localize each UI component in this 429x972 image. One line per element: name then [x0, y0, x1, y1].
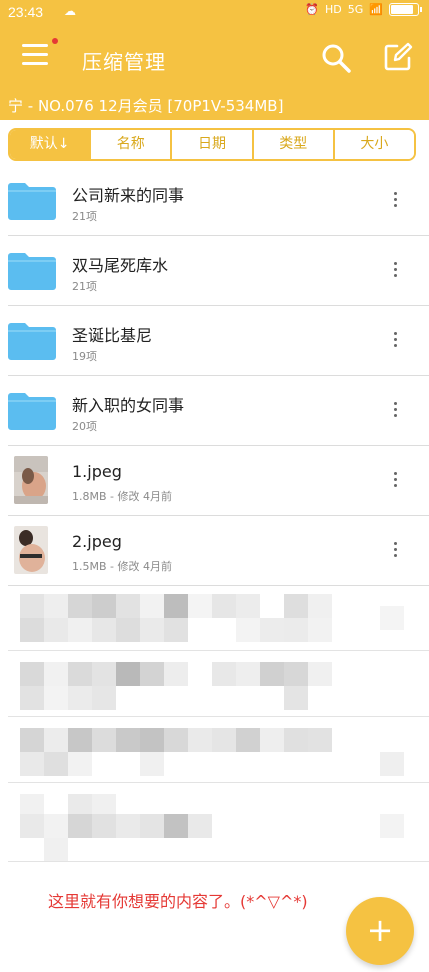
file-meta: 1.5MB - 修改 4月前 — [72, 560, 172, 573]
promo-text: 这里就有你想要的内容了。(*^▽^*) — [48, 892, 308, 911]
image-thumbnail — [14, 456, 48, 504]
more-options-icon[interactable] — [388, 262, 402, 282]
edit-icon[interactable] — [383, 42, 413, 72]
list-item[interactable]: 1.jpeg 1.8MB - 修改 4月前 — [0, 446, 429, 516]
notification-dot — [52, 38, 58, 44]
sort-tab-group: 默认↓ 名称 日期 类型 大小 — [8, 128, 416, 161]
folder-icon — [8, 253, 56, 290]
file-list: 公司新来的同事 21项 双马尾死库水 21项 圣诞比基尼 19项 新入职的女同事… — [0, 166, 429, 586]
wifi-icon: 📶 — [369, 3, 383, 16]
app-bar: 压缩管理 — [0, 24, 429, 92]
list-item[interactable]: 2.jpeg 1.5MB - 修改 4月前 — [0, 516, 429, 586]
battery-icon — [389, 3, 422, 16]
list-item[interactable]: 新入职的女同事 20项 — [0, 376, 429, 446]
more-options-icon[interactable] — [388, 402, 402, 422]
file-meta: 20项 — [72, 420, 97, 433]
cloud-icon: ☁ — [64, 4, 76, 18]
breadcrumb: 宁 - NO.076 12月会员 [70P1V-534MB] — [0, 92, 429, 120]
status-icons: ⏰ HD 5G 📶 — [305, 3, 422, 16]
file-name: 圣诞比基尼 — [72, 326, 153, 345]
folder-icon — [8, 393, 56, 430]
sort-bar: 默认↓ 名称 日期 类型 大小 — [0, 120, 429, 170]
tab-sort-name[interactable]: 名称 — [91, 130, 173, 159]
status-bar: 23:43 ☁ ⏰ HD 5G 📶 — [0, 0, 429, 24]
more-options-icon[interactable] — [388, 332, 402, 352]
menu-button[interactable] — [22, 38, 58, 70]
add-button[interactable]: + — [346, 897, 414, 965]
file-meta: 1.8MB - 修改 4月前 — [72, 490, 172, 503]
more-options-icon[interactable] — [388, 472, 402, 492]
file-name: 公司新来的同事 — [72, 186, 185, 205]
tab-sort-date[interactable]: 日期 — [172, 130, 254, 159]
file-name: 双马尾死库水 — [72, 256, 169, 275]
file-name: 新入职的女同事 — [72, 396, 185, 415]
tab-sort-default[interactable]: 默认↓ — [10, 130, 92, 159]
file-meta: 21项 — [72, 210, 97, 223]
network-label: 5G — [347, 3, 364, 16]
file-name: 2.jpeg — [72, 532, 122, 551]
list-item[interactable]: 圣诞比基尼 19项 — [0, 306, 429, 376]
search-icon[interactable] — [320, 42, 352, 74]
file-name: 1.jpeg — [72, 462, 122, 481]
alarm-icon: ⏰ — [305, 3, 320, 16]
folder-icon — [8, 323, 56, 360]
list-item[interactable]: 双马尾死库水 21项 — [0, 236, 429, 306]
tab-sort-size[interactable]: 大小 — [334, 130, 414, 159]
page-title: 压缩管理 — [82, 50, 166, 74]
hd-label: HD — [325, 3, 342, 16]
more-options-icon[interactable] — [388, 192, 402, 212]
file-meta: 19项 — [72, 350, 97, 363]
list-item[interactable]: 公司新来的同事 21项 — [0, 166, 429, 236]
file-meta: 21项 — [72, 280, 97, 293]
more-options-icon[interactable] — [388, 542, 402, 562]
tab-sort-type[interactable]: 类型 — [253, 130, 335, 159]
status-time: 23:43 — [8, 4, 44, 20]
image-thumbnail — [14, 526, 48, 574]
folder-icon — [8, 183, 56, 220]
pixelated-region — [8, 586, 429, 862]
